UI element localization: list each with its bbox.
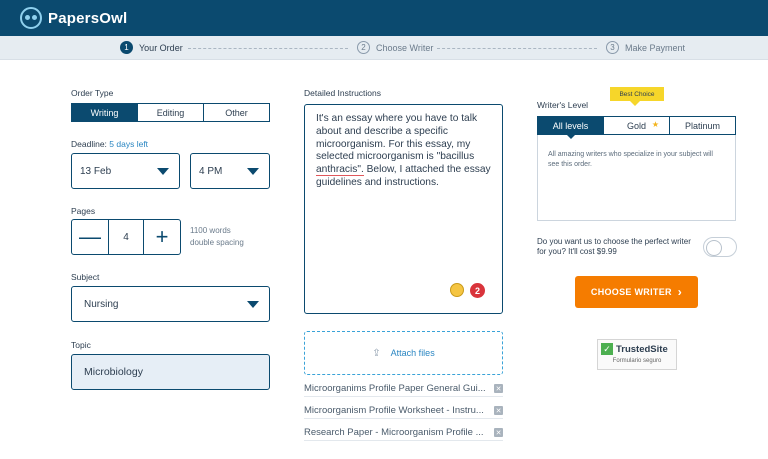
instructions-textarea[interactable]: It's an essay where you have to talk abo… [304, 104, 503, 314]
instructions-label: Detailed Instructions [304, 88, 382, 98]
attached-file: Research Paper - Microorganism Profile .… [304, 425, 503, 441]
writers-level-selector: All levels Gold ★ Platinum [537, 116, 736, 139]
order-type-label: Order Type [71, 88, 114, 98]
order-type-writing[interactable]: Writing [72, 104, 138, 121]
step-divider [437, 48, 597, 49]
pages-value[interactable]: 4 [108, 220, 144, 254]
order-type-editing[interactable]: Editing [138, 104, 204, 121]
grammar-emoji-icon[interactable] [450, 283, 464, 297]
remove-file-icon[interactable]: ✕ [494, 384, 503, 393]
attached-file: Microorganims Profile Paper General Gui.… [304, 381, 503, 397]
perfect-writer-question: Do you want us to choose the perfect wri… [537, 237, 691, 256]
trustedsite-badge[interactable]: ✓ TrustedSite Formulario seguro [597, 339, 677, 370]
decrease-pages-button[interactable]: — [72, 220, 108, 254]
subject-label: Subject [71, 272, 100, 282]
progress-steps: 1 Your Order 2 Choose Writer 3 Make Paym… [0, 36, 768, 60]
level-description: All amazing writers who specialize in yo… [537, 135, 736, 221]
level-gold[interactable]: Gold ★ [604, 117, 670, 134]
order-type-other[interactable]: Other [204, 104, 269, 121]
word-count-hint: 1100 words double spacing [190, 226, 244, 247]
chevron-down-icon [157, 168, 169, 175]
step-divider [188, 48, 348, 49]
subject-select[interactable]: Nursing [71, 286, 270, 322]
perfect-writer-toggle[interactable] [703, 237, 737, 257]
star-icon: ★ [651, 120, 659, 129]
grammar-count-badge[interactable]: 2 [470, 283, 485, 298]
writers-level-label: Writer's Level [537, 100, 589, 110]
step-your-order[interactable]: 1 Your Order [120, 41, 183, 54]
chevron-right-icon: › [677, 285, 683, 299]
remove-file-icon[interactable]: ✕ [494, 406, 503, 415]
upload-icon: ⇪ [372, 347, 381, 359]
deadline-time-select[interactable]: 4 PM [190, 153, 270, 189]
deadline-date-select[interactable]: 13 Feb [71, 153, 180, 189]
best-choice-badge: Best Choice [610, 87, 664, 106]
owl-logo-icon[interactable] [20, 7, 42, 29]
attached-file: Microorganism Profile Worksheet - Instru… [304, 403, 503, 419]
increase-pages-button[interactable]: + [144, 220, 180, 254]
chevron-down-icon [247, 168, 259, 175]
step-make-payment[interactable]: 3 Make Payment [606, 41, 685, 54]
remove-file-icon[interactable]: ✕ [494, 428, 503, 437]
topic-label: Topic [71, 340, 91, 350]
pages-stepper: — 4 + [71, 219, 181, 255]
topic-input[interactable]: Microbiology [71, 354, 270, 390]
level-all[interactable]: All levels [538, 117, 604, 139]
order-type-selector: Writing Editing Other [71, 103, 270, 122]
check-icon: ✓ [601, 343, 613, 355]
top-bar: PapersOwl [0, 0, 768, 36]
attach-files-button[interactable]: ⇪ Attach files [304, 331, 503, 375]
spellcheck-word: anthracis". [316, 164, 364, 177]
pages-label: Pages [71, 206, 96, 216]
level-platinum[interactable]: Platinum [670, 117, 735, 134]
chevron-down-icon [247, 301, 259, 308]
deadline-label: Deadline: 5 days left [71, 139, 149, 149]
brand-name[interactable]: PapersOwl [48, 10, 127, 27]
days-left: 5 days left [109, 139, 149, 149]
choose-writer-button[interactable]: CHOOSE WRITER › [575, 276, 698, 308]
step-choose-writer[interactable]: 2 Choose Writer [357, 41, 433, 54]
